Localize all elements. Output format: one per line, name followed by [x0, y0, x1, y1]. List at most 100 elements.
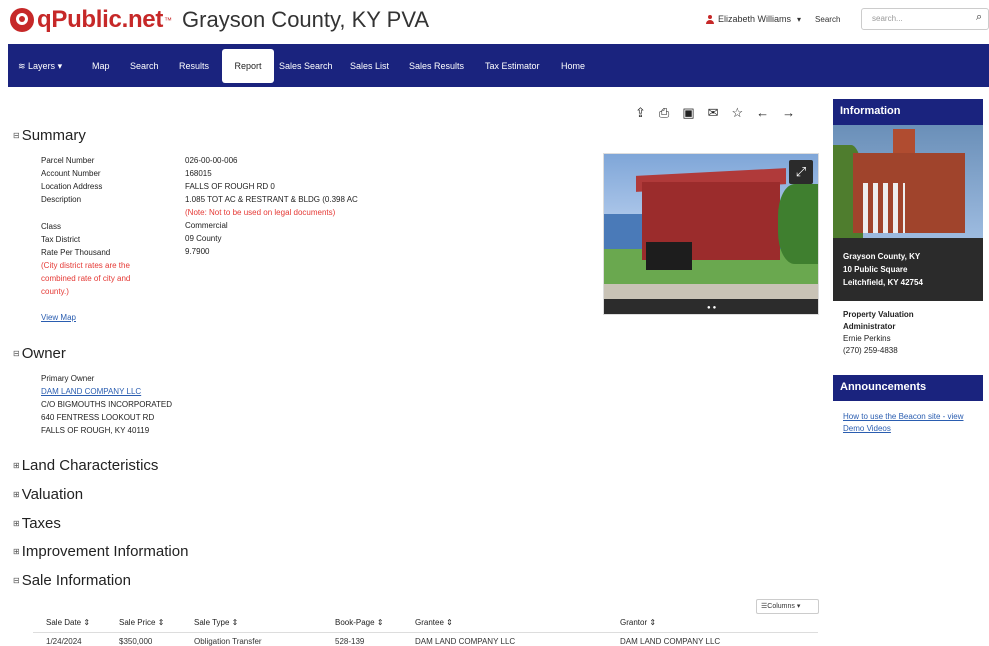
col-grantee[interactable]: Grantee ⇕ — [415, 618, 453, 627]
search-icon[interactable]: ⌕ — [976, 11, 982, 24]
summary-title: Summary — [21, 127, 86, 144]
image-columns — [863, 183, 905, 233]
owner-label: Primary Owner — [41, 374, 95, 383]
col-grantor[interactable]: Grantor ⇕ — [620, 618, 656, 627]
view-map-link[interactable]: View Map — [41, 313, 76, 322]
label-rate-per-thousand: Rate Per Thousand — [41, 248, 111, 257]
col-sale-date-label: Sale Date — [46, 618, 82, 627]
owner-address-line3: FALLS OF ROUGH, KY 40119 — [41, 426, 150, 435]
logo-trademark: ™ — [164, 15, 173, 25]
col-book-page[interactable]: Book-Page ⇕ — [335, 618, 384, 627]
print-icon[interactable]: ⎙ — [659, 105, 669, 121]
value-tax-district: 09 County — [185, 234, 222, 243]
description-note: (Note: Not to be used on legal documents… — [185, 208, 336, 217]
pva-title-line2: Administrator — [843, 322, 896, 331]
nav-sales-search[interactable]: Sales Search — [279, 61, 333, 71]
section-owner[interactable]: ⊟ Owner — [13, 345, 66, 362]
label-location-address: Location Address — [41, 182, 103, 191]
photo-trees — [778, 184, 818, 264]
courthouse-image — [833, 125, 983, 238]
arrow-left-icon[interactable]: ← — [756, 105, 769, 121]
information-header: Information — [833, 99, 983, 125]
image-icon[interactable]: ▣ — [682, 105, 694, 121]
section-improvement[interactable]: ⊞ Improvement Information — [13, 543, 188, 560]
cell-sale-price: $350,000 — [119, 637, 153, 646]
label-parcel-number: Parcel Number — [41, 156, 95, 165]
section-valuation[interactable]: ⊞ Valuation — [13, 486, 83, 503]
carousel-dots[interactable]: ●● — [707, 305, 718, 311]
collapse-icon: ⊟ — [13, 131, 20, 140]
address-line3: Leitchfield, KY 42754 — [843, 278, 923, 287]
col-sale-price-label: Sale Price — [119, 618, 156, 627]
rate-note: (City district rates are the combined ra… — [41, 261, 131, 296]
nav-layers[interactable]: ≋ Layers ▾ — [18, 61, 62, 72]
value-location-address: FALLS OF ROUGH RD 0 — [185, 182, 275, 191]
email-icon[interactable]: ✉ — [708, 105, 719, 121]
report-toolbar: ⇪ ⎙ ▣ ✉ ☆ ← → — [635, 105, 795, 121]
property-photo[interactable]: ●● ⤢ — [603, 153, 819, 315]
valuation-title: Valuation — [21, 486, 84, 503]
cell-grantor: DAM LAND COMPANY LLC — [620, 637, 721, 646]
col-sale-type[interactable]: Sale Type ⇕ — [194, 618, 238, 627]
pva-name: Ernie Perkins — [843, 334, 891, 343]
sale-title: Sale Information — [21, 572, 131, 589]
photo-dumpster — [646, 242, 692, 270]
section-sale[interactable]: ⊟ Sale Information — [13, 572, 131, 589]
col-grantee-label: Grantee — [415, 618, 444, 627]
improvement-title: Improvement Information — [21, 543, 189, 560]
nav-results[interactable]: Results — [179, 61, 209, 71]
address-line2: 10 Public Square — [843, 265, 908, 274]
nav-home[interactable]: Home — [561, 61, 585, 71]
address-line1: Grayson County, KY — [843, 252, 921, 261]
section-summary[interactable]: ⊟ Summary — [13, 127, 86, 144]
search-label: Search — [815, 14, 841, 24]
nav-search[interactable]: Search — [130, 61, 159, 71]
value-parcel-number: 026-00-00-006 — [185, 156, 238, 165]
collapse-icon: ⊟ — [13, 349, 20, 358]
summary-labels: Parcel Number Account Number Location Ad… — [41, 154, 156, 324]
nav-tax-estimator[interactable]: Tax Estimator — [485, 61, 540, 71]
cell-sale-date: 1/24/2024 — [46, 637, 82, 646]
share-icon[interactable]: ⇪ — [635, 105, 646, 121]
section-land[interactable]: ⊞ Land Characteristics — [13, 457, 158, 474]
nav-map[interactable]: Map — [92, 61, 110, 71]
nav-report[interactable]: Report — [222, 49, 274, 83]
chevron-down-icon[interactable]: ▾ — [797, 15, 801, 24]
arrow-right-icon[interactable]: → — [782, 105, 795, 121]
col-sale-price[interactable]: Sale Price ⇕ — [119, 618, 164, 627]
announcement-link[interactable]: How to use the Beacon site - view Demo V… — [833, 401, 983, 445]
land-title: Land Characteristics — [21, 457, 159, 474]
user-name[interactable]: Elizabeth Williams — [718, 14, 791, 24]
label-description: Description — [41, 195, 82, 204]
taxes-title: Taxes — [21, 515, 61, 532]
nav-sales-list[interactable]: Sales List — [350, 61, 389, 71]
label-account-number: Account Number — [41, 169, 101, 178]
col-grantor-label: Grantor — [620, 618, 648, 627]
star-icon[interactable]: ☆ — [732, 105, 744, 121]
section-taxes[interactable]: ⊞ Taxes — [13, 515, 61, 532]
main-nav: ≋ Layers ▾ Map Search Results Report Sal… — [8, 44, 989, 87]
collapse-icon: ⊟ — [13, 576, 20, 585]
search-input[interactable]: search... — [861, 8, 989, 30]
pva-phone: (270) 259-4838 — [843, 346, 898, 355]
cell-sale-type: Obligation Transfer — [194, 637, 262, 646]
expand-section-icon: ⊞ — [13, 461, 20, 470]
expand-icon[interactable]: ⤢ — [789, 160, 813, 184]
cell-grantee: DAM LAND COMPANY LLC — [415, 637, 516, 646]
qpublic-logo[interactable]: qPublic.net ™ Grayson County, KY PVA — [10, 6, 429, 34]
col-sale-date[interactable]: Sale Date ⇕ — [46, 618, 90, 627]
pva-title-line1: Property Valuation — [843, 310, 914, 319]
columns-button[interactable]: ☰Columns ▾ — [756, 599, 819, 614]
expand-section-icon: ⊞ — [13, 490, 20, 499]
user-menu[interactable]: Elizabeth Williams ▾ Search — [706, 14, 840, 24]
logo-icon — [10, 8, 34, 32]
office-address: Grayson County, KY 10 Public Square Leit… — [833, 238, 983, 301]
owner-name-link[interactable]: DAM LAND COMPANY LLC — [41, 387, 141, 396]
owner-address-line1: C/O BIGMOUTHS INCORPORATED — [41, 400, 172, 409]
value-description: 1.085 TOT AC & RESTRANT & BLDG (0.398 AC — [185, 195, 358, 204]
page-title: Grayson County, KY PVA — [182, 7, 430, 32]
label-tax-district: Tax District — [41, 235, 81, 244]
nav-sales-results[interactable]: Sales Results — [409, 61, 464, 71]
expand-section-icon: ⊞ — [13, 519, 20, 528]
col-sale-type-label: Sale Type — [194, 618, 230, 627]
